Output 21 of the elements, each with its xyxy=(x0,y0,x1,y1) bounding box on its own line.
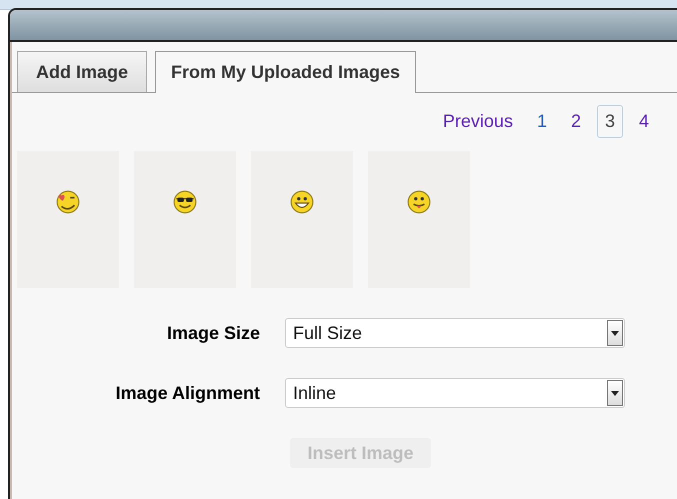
dropdown[interactable]: Full Size xyxy=(285,318,625,348)
image-thumbnail[interactable] xyxy=(134,151,236,288)
field-label: Image Size xyxy=(166,322,260,345)
page-link[interactable]: 2 xyxy=(562,105,589,138)
page-link[interactable]: Previous xyxy=(434,105,521,138)
caret-icon xyxy=(607,380,623,406)
image-thumbnail[interactable] xyxy=(368,151,470,288)
page-link[interactable]: 3 xyxy=(596,105,623,138)
smiley-icon xyxy=(289,189,315,215)
tab[interactable]: Add Image xyxy=(17,51,148,92)
image-thumbnail[interactable] xyxy=(251,151,353,288)
smiley-icon xyxy=(172,189,198,215)
image-thumbnail[interactable] xyxy=(17,151,119,288)
dropdown[interactable]: Inline xyxy=(285,378,625,408)
page-link[interactable]: 4 xyxy=(630,105,657,138)
smiley-icon xyxy=(55,189,81,215)
caret-icon xyxy=(607,320,623,346)
tab[interactable]: From My Uploaded Images xyxy=(155,51,416,93)
smiley-icon xyxy=(406,189,432,215)
field-label: Image Alignment xyxy=(114,382,260,405)
page-link[interactable]: 1 xyxy=(528,105,555,138)
